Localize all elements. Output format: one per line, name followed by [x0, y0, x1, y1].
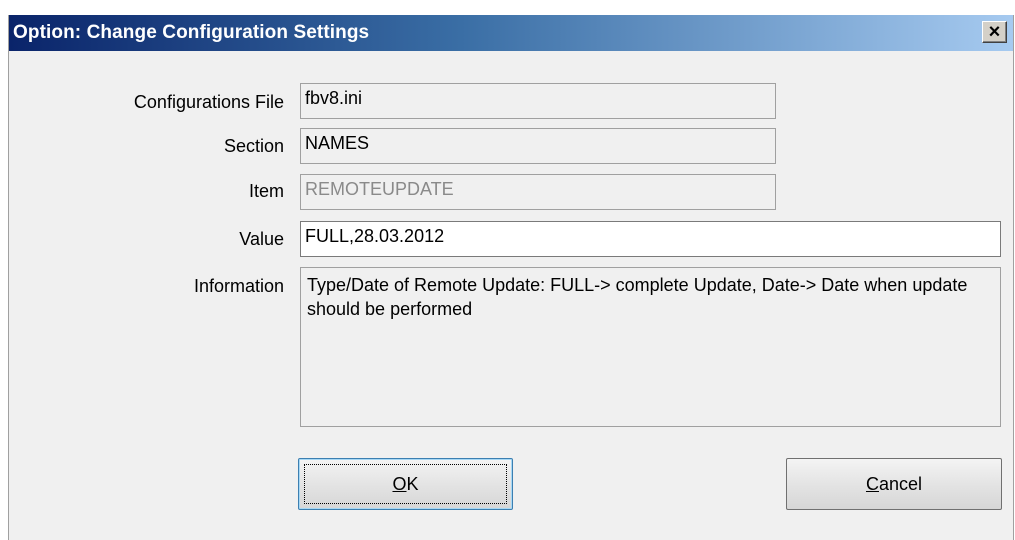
information-text: Type/Date of Remote Update: FULL-> compl…: [307, 275, 968, 319]
config-file-label: Configurations File: [133, 92, 284, 112]
config-file-field: fbv8.ini: [300, 83, 776, 119]
section-label: Section: [223, 136, 284, 156]
section-value: NAMES: [305, 133, 370, 153]
value-input-text: FULL,28.03.2012: [305, 226, 445, 246]
item-label: Item: [248, 181, 284, 201]
item-field: REMOTEUPDATE: [300, 174, 776, 210]
close-icon: ×: [988, 21, 1001, 43]
information-box: Type/Date of Remote Update: FULL-> compl…: [300, 267, 1001, 427]
config-dialog: Option: Change Configuration Settings × …: [8, 15, 1014, 540]
ok-button[interactable]: OK: [298, 458, 513, 510]
close-button[interactable]: ×: [982, 21, 1007, 43]
item-value: REMOTEUPDATE: [305, 179, 454, 199]
cancel-button[interactable]: Cancel: [786, 458, 1002, 510]
ok-button-label: OK: [392, 473, 419, 494]
title-bar[interactable]: Option: Change Configuration Settings ×: [9, 15, 1013, 51]
section-field: NAMES: [300, 128, 776, 164]
cancel-button-label: Cancel: [865, 473, 923, 494]
config-file-value: fbv8.ini: [305, 88, 363, 108]
dialog-title: Option: Change Configuration Settings: [13, 22, 370, 43]
value-label: Value: [239, 229, 284, 249]
value-input[interactable]: FULL,28.03.2012: [300, 221, 1001, 257]
information-label: Information: [193, 276, 284, 296]
